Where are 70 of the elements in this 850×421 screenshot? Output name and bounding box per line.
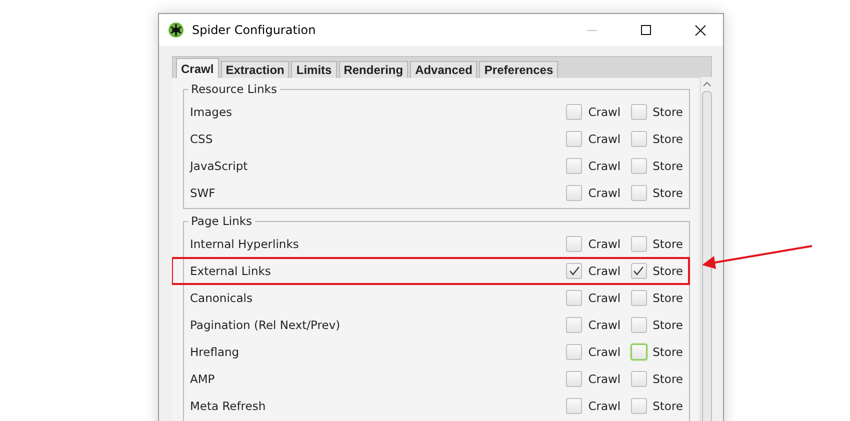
checkbox[interactable]: [566, 104, 582, 120]
checkbox-label: Crawl: [588, 132, 621, 146]
checkbox-label: Crawl: [588, 236, 621, 250]
checkbox-label: Store: [652, 344, 683, 358]
checkbox[interactable]: [630, 184, 647, 200]
checkbox[interactable]: [630, 344, 647, 360]
tab[interactable]: Advanced: [410, 61, 478, 78]
tab[interactable]: Preferences: [479, 61, 558, 78]
checkbox-label: Crawl: [588, 158, 621, 172]
checkbox[interactable]: [566, 290, 582, 306]
checkbox-label: Crawl: [588, 290, 621, 304]
checkbox[interactable]: [566, 370, 582, 386]
checkbox-label: Crawl: [588, 318, 621, 332]
checkbox-label: Store: [652, 372, 683, 386]
checkbox[interactable]: [630, 290, 647, 306]
checkbox[interactable]: [566, 262, 582, 278]
checkbox-label: Store: [652, 290, 683, 304]
checkbox[interactable]: [566, 316, 582, 332]
checkbox-label: Store: [652, 318, 683, 332]
checkbox-label: Store: [652, 398, 683, 412]
checkbox[interactable]: [566, 344, 582, 360]
checkbox[interactable]: [566, 130, 582, 146]
checkbox[interactable]: [630, 262, 647, 278]
scroll-up-icon[interactable]: [703, 81, 711, 87]
close-icon: [694, 24, 706, 36]
tab[interactable]: Extraction: [220, 61, 290, 78]
row-label: AMP: [190, 372, 216, 386]
checkbox[interactable]: [566, 158, 582, 174]
row-label: Internal Hyperlinks: [190, 236, 300, 250]
checkbox[interactable]: [566, 236, 582, 252]
checkbox[interactable]: [630, 236, 647, 252]
row-label: CSS: [190, 132, 214, 146]
row-label: External Links: [190, 264, 272, 278]
checkbox-label: Crawl: [588, 398, 621, 412]
checkbox-label: Store: [652, 236, 683, 250]
scrollbar[interactable]: [700, 77, 713, 421]
row-label: Meta Refresh: [190, 398, 267, 412]
checkbox[interactable]: [630, 158, 647, 174]
tab[interactable]: Limits: [291, 61, 337, 78]
checkbox-label: Crawl: [588, 344, 621, 358]
checkbox-label: Crawl: [588, 186, 621, 200]
checkbox[interactable]: [566, 398, 582, 414]
window-title: Spider Configuration: [192, 23, 317, 37]
row-label: Canonicals: [190, 290, 254, 304]
checkbox-label: Crawl: [588, 372, 621, 386]
spider-icon: [168, 22, 184, 38]
checkbox-label: Crawl: [588, 104, 621, 118]
maximize-icon: [641, 25, 651, 35]
checkbox[interactable]: [630, 398, 647, 414]
tab[interactable]: Crawl: [176, 58, 219, 78]
checkbox[interactable]: [630, 370, 647, 386]
checkbox-label: Store: [652, 264, 683, 278]
row-label: Pagination (Rel Next/Prev): [190, 318, 342, 332]
checkbox[interactable]: [566, 184, 582, 200]
checkbox[interactable]: [630, 130, 647, 146]
row-label: SWF: [190, 186, 216, 200]
checkbox[interactable]: [630, 104, 647, 120]
checkbox-label: Store: [652, 158, 683, 172]
row-label: Images: [190, 104, 234, 118]
checkbox-label: Store: [652, 104, 683, 118]
checkbox-label: Store: [652, 132, 683, 146]
row-label: Hreflang: [190, 344, 240, 358]
checkbox-label: Crawl: [588, 264, 621, 278]
tab[interactable]: Rendering: [338, 61, 408, 78]
group-title: Resource Links: [190, 82, 278, 96]
checkbox[interactable]: [630, 316, 647, 332]
arrow-icon: [700, 244, 814, 270]
checkbox-label: Store: [652, 186, 683, 200]
row-label: JavaScript: [190, 158, 249, 172]
group-title: Page Links: [190, 214, 254, 228]
